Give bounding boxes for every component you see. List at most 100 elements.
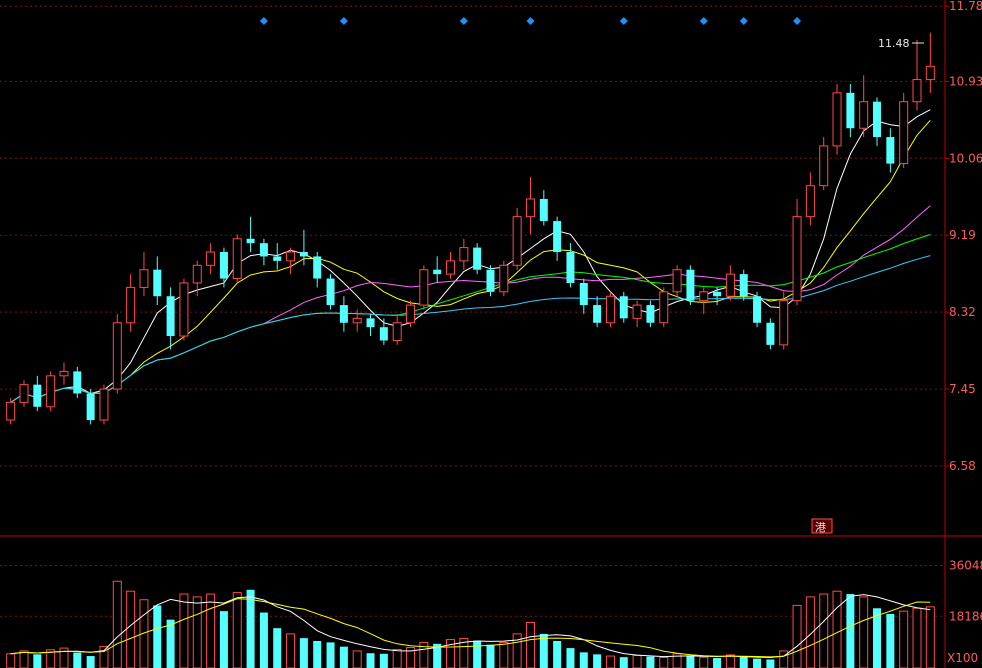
candle-body — [486, 269, 495, 292]
candle-body — [153, 269, 162, 297]
volume-bar — [819, 593, 829, 668]
candle-body — [192, 264, 202, 284]
candle-body — [886, 137, 895, 164]
candle-body — [925, 65, 935, 81]
volume-bar — [313, 640, 322, 668]
volume-bar — [273, 628, 282, 668]
candle-body — [379, 327, 388, 341]
volume-bar — [646, 656, 655, 668]
candle — [19, 380, 29, 407]
price-tick-label: 9.19 — [949, 228, 976, 242]
candle-body — [846, 92, 855, 129]
candle-body — [19, 384, 29, 403]
volume-bar — [699, 656, 709, 668]
candle — [605, 291, 615, 328]
volume-bar — [605, 655, 615, 668]
candle — [326, 274, 335, 310]
volume-bar — [379, 653, 388, 668]
candle-body — [512, 216, 522, 266]
volume-bar — [659, 656, 669, 668]
volume-bar — [33, 654, 42, 668]
candle — [486, 265, 495, 297]
volume-bar — [925, 606, 935, 668]
candle-body — [73, 371, 82, 394]
candle-body — [525, 198, 535, 218]
volume-bar — [792, 604, 802, 668]
candle-body — [166, 296, 175, 337]
volume-bar — [753, 658, 762, 668]
candle-body — [299, 252, 308, 257]
candle-body — [139, 269, 149, 288]
candle — [672, 265, 682, 297]
candle — [899, 92, 909, 169]
volume-bar — [259, 612, 268, 668]
candle — [6, 397, 16, 425]
candle-body — [686, 269, 695, 301]
candle-body — [392, 322, 402, 341]
candle-body — [99, 388, 109, 421]
price-tick-label: 6.58 — [949, 459, 976, 473]
candle-body — [419, 269, 429, 306]
volume-bar — [73, 652, 82, 668]
candle-body — [206, 251, 216, 266]
candle-body — [473, 247, 482, 270]
volume-bar — [619, 657, 628, 668]
candle-body — [126, 286, 136, 324]
volume-bar — [166, 619, 175, 668]
volume-bar — [219, 611, 228, 668]
volume-bar — [832, 590, 842, 668]
candle-body — [459, 247, 469, 262]
candle-body — [232, 238, 242, 280]
candle-body — [86, 393, 95, 421]
volume-unit-label: X100 — [947, 651, 978, 665]
candlestick-chart[interactable]: 11.78 10.93 10.06 9.19 8.32 7.45 6.58 36048 181… — [0, 0, 982, 668]
candle-body — [792, 216, 802, 302]
volume-bar — [566, 648, 575, 668]
volume-bar — [86, 656, 95, 668]
candle-body — [699, 291, 709, 302]
candle — [419, 265, 429, 310]
candle — [766, 318, 775, 350]
candle-body — [832, 92, 842, 147]
candle-body — [739, 274, 748, 297]
candle — [112, 313, 122, 394]
volume-bar — [686, 656, 695, 668]
candle-body — [406, 304, 416, 324]
volume-tick-label: 18186 — [949, 609, 982, 623]
candle-body — [672, 269, 682, 293]
candle-body — [286, 251, 296, 262]
volume-bar — [339, 646, 348, 668]
candle — [473, 243, 482, 275]
candle-body — [219, 252, 228, 279]
candle-body — [605, 295, 615, 324]
candle-body — [273, 256, 282, 261]
candle-body — [753, 296, 762, 323]
volume-bar — [6, 653, 16, 668]
candle-body — [632, 304, 642, 319]
price-tick-label: 7.45 — [949, 382, 976, 396]
candle-body — [366, 318, 375, 328]
volume-bar — [873, 608, 882, 668]
candle-body — [433, 269, 442, 275]
volume-bar — [632, 654, 642, 668]
candle-body — [59, 370, 69, 377]
candle-body — [646, 305, 655, 323]
candle-body — [179, 282, 189, 337]
volume-bar — [725, 654, 735, 668]
candle-body — [713, 291, 722, 297]
candle-body — [553, 221, 562, 253]
candle — [739, 269, 748, 301]
candle-body — [112, 322, 122, 390]
volume-bar — [766, 659, 775, 668]
volume-tick-label: 36048 — [949, 558, 982, 572]
volume-bar — [859, 596, 869, 668]
volume-bar — [739, 656, 748, 668]
candle-body — [859, 101, 869, 129]
volume-bar — [473, 640, 482, 668]
candle-body — [899, 101, 909, 165]
volume-bar — [805, 596, 815, 668]
candle-body — [33, 384, 42, 407]
candle-body — [259, 243, 268, 257]
candle — [619, 291, 628, 323]
candle — [686, 265, 695, 306]
